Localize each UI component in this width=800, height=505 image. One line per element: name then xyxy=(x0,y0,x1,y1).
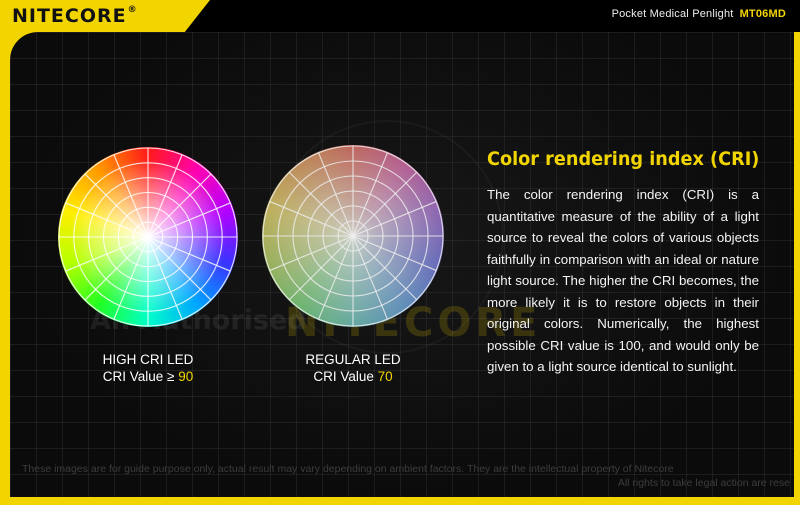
wheel-spoke xyxy=(352,235,418,301)
top-bar: NITECORE® Pocket Medical Penlight MT06MD xyxy=(0,0,800,32)
wheel-spoke xyxy=(352,235,437,271)
footer-disclaimer: These images are for guide purpose only,… xyxy=(22,463,674,475)
brand-logo: NITECORE® xyxy=(12,5,138,27)
product-name: Pocket Medical Penlight xyxy=(611,8,734,20)
regular-led-caption: REGULAR LED CRI Value 70 xyxy=(262,351,444,385)
brand-logo-text: NITECORE xyxy=(12,5,127,27)
regular-led-value-label: CRI Value xyxy=(313,369,378,384)
wheel-spoke xyxy=(288,171,354,237)
wheel-spoke xyxy=(352,152,388,237)
wheel-ring xyxy=(322,205,384,267)
wheel-ring xyxy=(307,190,399,282)
registered-mark: ® xyxy=(127,5,138,15)
wheel-spoke xyxy=(269,201,354,237)
wheel-spoke xyxy=(84,173,149,238)
article-body: The color rendering index (CRI) is a qua… xyxy=(487,187,759,374)
regular-led-color-wheel xyxy=(262,145,444,327)
footer-rights: All rights to take legal action are rese xyxy=(617,477,790,489)
wheel-ring xyxy=(277,160,429,312)
regular-led-wheel-grid xyxy=(262,145,444,327)
wheel-ring xyxy=(337,220,369,252)
regular-led-value: 70 xyxy=(377,369,393,384)
wheel-spoke xyxy=(288,235,354,301)
high-cri-wheel-grid xyxy=(58,147,238,327)
product-title: Pocket Medical Penlight MT06MD xyxy=(612,8,786,20)
regular-led-title: REGULAR LED xyxy=(305,352,401,367)
wheel-ring xyxy=(292,175,414,297)
wheel-spoke xyxy=(352,201,437,237)
wheel-ring xyxy=(262,145,444,327)
article-heading: Color rendering index (CRI) xyxy=(487,148,760,170)
wheel-spoke xyxy=(352,171,418,237)
wheel-spoke xyxy=(318,152,354,237)
high-cri-value-line: CRI Value ≥ 90 xyxy=(58,368,238,385)
wheel-spoke xyxy=(352,235,388,320)
wheel-spoke xyxy=(84,236,149,301)
high-cri-value: 90 xyxy=(178,369,194,384)
high-cri-color-wheel xyxy=(58,147,238,327)
wheel-spoke xyxy=(269,235,354,271)
high-cri-value-label: CRI Value ≥ xyxy=(102,369,179,384)
wheel-spoke xyxy=(147,236,212,301)
high-cri-caption: HIGH CRI LED CRI Value ≥ 90 xyxy=(58,351,238,385)
regular-led-value-line: CRI Value 70 xyxy=(262,368,444,385)
wheel-spoke xyxy=(318,235,354,320)
wheel-spoke xyxy=(147,173,212,238)
product-model: MT06MD xyxy=(739,8,786,20)
high-cri-title: HIGH CRI LED xyxy=(102,352,194,367)
